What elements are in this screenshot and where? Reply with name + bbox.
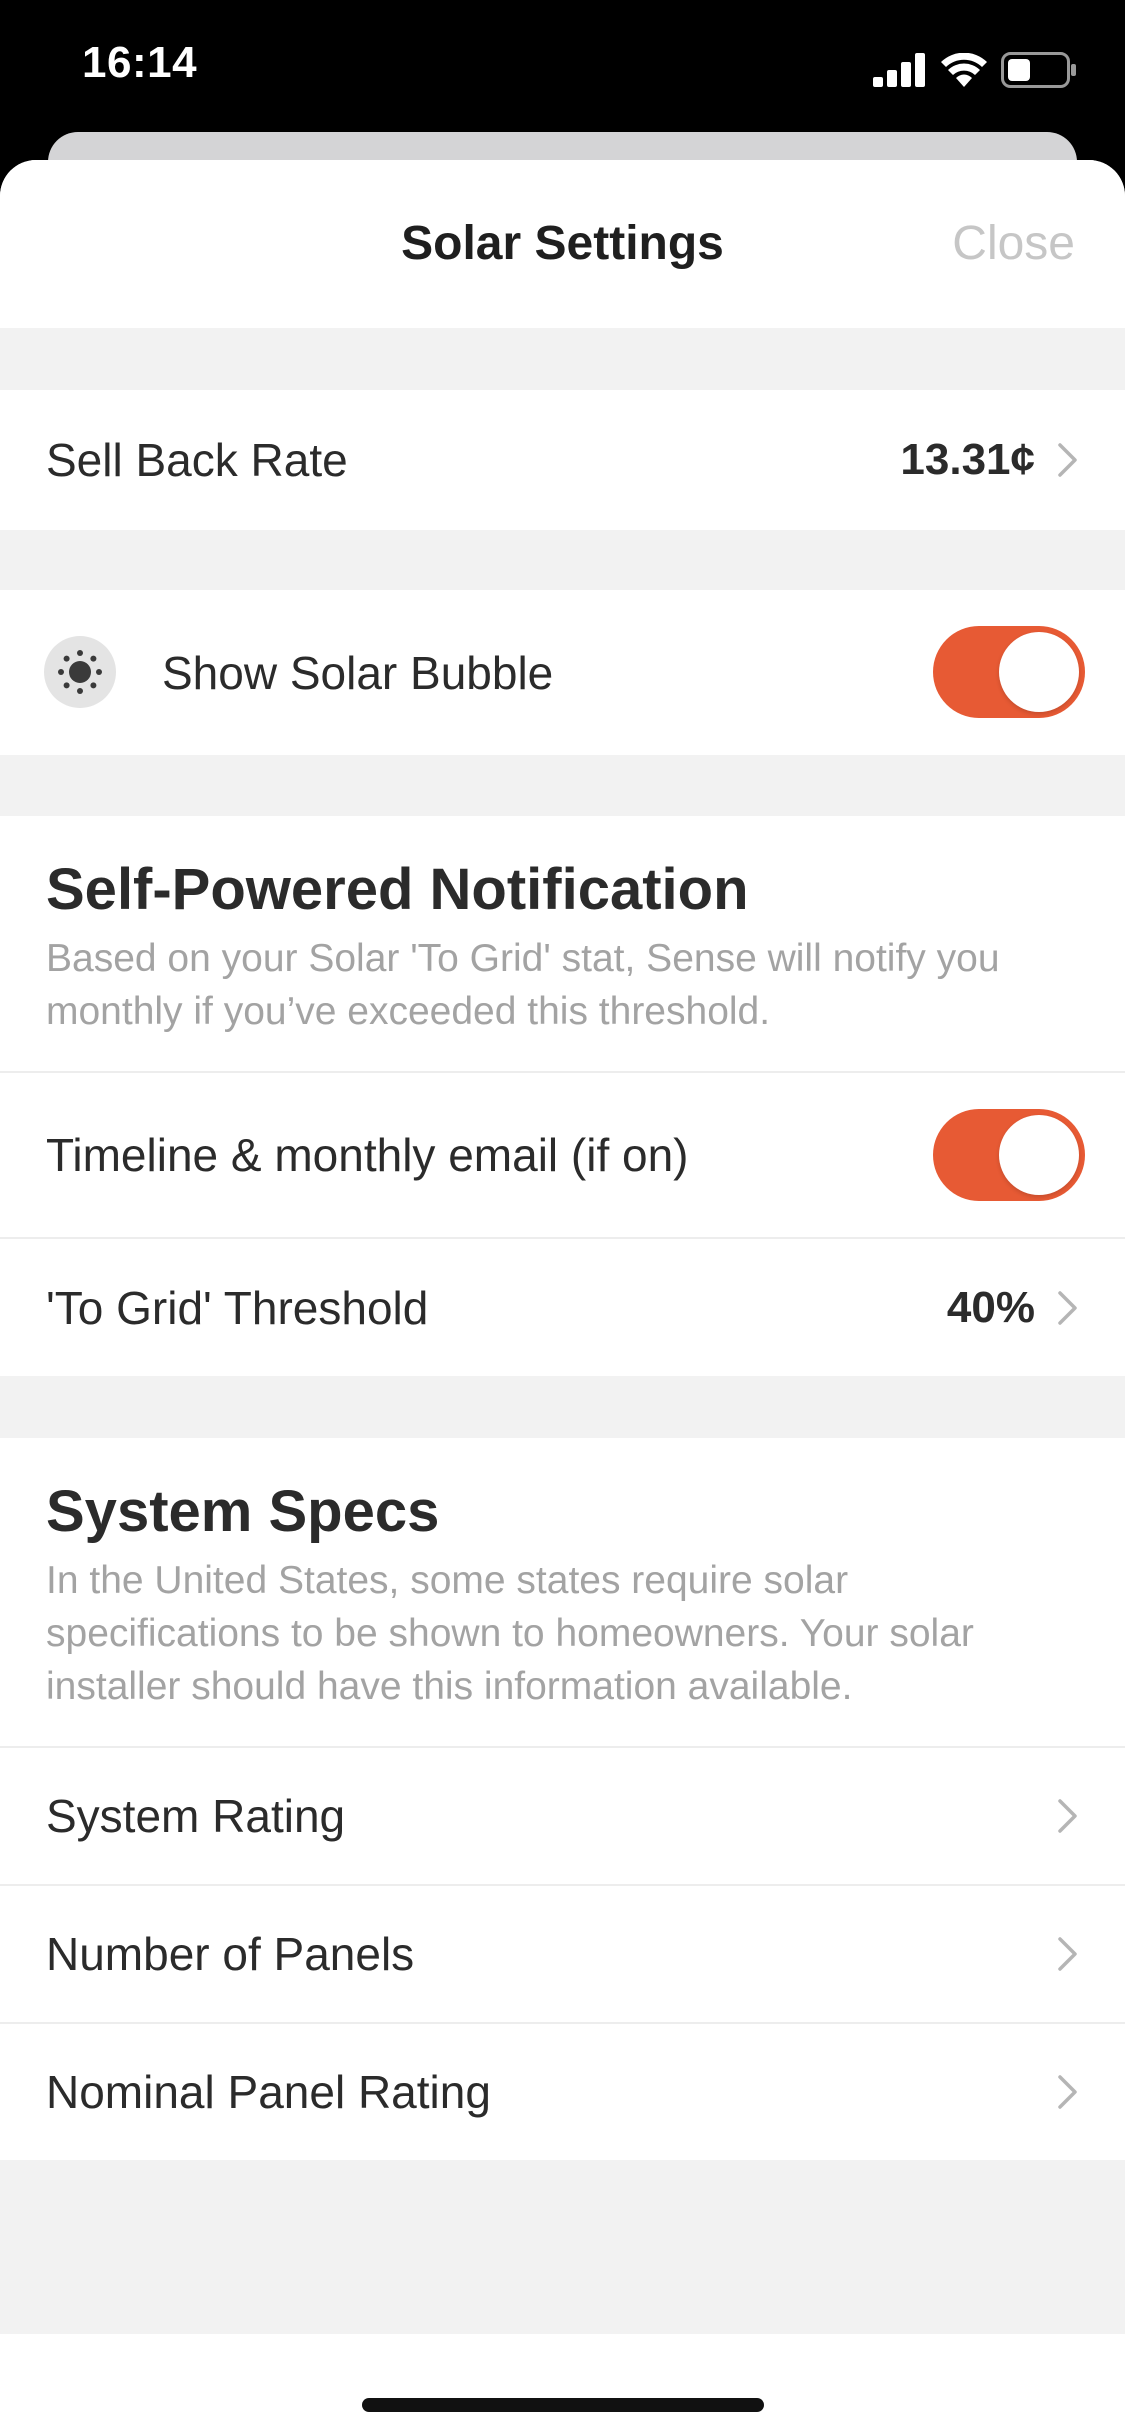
toggle-knob bbox=[999, 1115, 1079, 1195]
sell-back-rate-value: 13.31¢ bbox=[900, 435, 1035, 484]
chevron-right-icon bbox=[1058, 443, 1077, 477]
number-of-panels-label: Number of Panels bbox=[46, 1928, 415, 1980]
sell-back-rate-label: Sell Back Rate bbox=[46, 434, 348, 486]
timeline-email-label: Timeline & monthly email (if on) bbox=[46, 1129, 689, 1181]
to-grid-threshold-label: 'To Grid' Threshold bbox=[46, 1281, 429, 1334]
number-of-panels-row[interactable]: Number of Panels bbox=[0, 1886, 1125, 2022]
toggle-knob bbox=[999, 632, 1079, 712]
sell-back-section: Sell Back Rate 13.31¢ bbox=[0, 390, 1125, 530]
to-grid-threshold-value: 40% bbox=[946, 1282, 1035, 1332]
solar-bubble-section: Show Solar Bubble bbox=[0, 590, 1125, 755]
solar-bubble-toggle[interactable] bbox=[933, 626, 1085, 718]
chevron-right-icon bbox=[1058, 1937, 1077, 1971]
wifi-icon bbox=[941, 53, 987, 87]
system-specs-section: System Specs In the United States, some … bbox=[0, 1438, 1125, 2160]
settings-sheet: Solar Settings Close Sell Back Rate 13.3… bbox=[0, 160, 1125, 2436]
system-rating-label: System Rating bbox=[46, 1790, 346, 1842]
to-grid-threshold-row[interactable]: 'To Grid' Threshold 40% bbox=[0, 1239, 1125, 1376]
system-rating-row[interactable]: System Rating bbox=[0, 1748, 1125, 1884]
close-button[interactable]: Close bbox=[952, 216, 1075, 271]
nominal-panel-rating-row[interactable]: Nominal Panel Rating bbox=[0, 2024, 1125, 2160]
battery-icon bbox=[1001, 52, 1076, 88]
chevron-right-icon bbox=[1058, 1290, 1077, 1325]
nominal-panel-rating-label: Nominal Panel Rating bbox=[46, 2066, 491, 2118]
chevron-right-icon bbox=[1058, 1799, 1077, 1833]
self-powered-title: Self-Powered Notification bbox=[46, 857, 749, 922]
self-powered-description: Based on your Solar 'To Grid' stat, Sens… bbox=[46, 937, 1000, 1033]
status-bar: 16:14 bbox=[0, 0, 1125, 135]
sell-back-rate-row[interactable]: Sell Back Rate 13.31¢ bbox=[0, 390, 1125, 530]
system-specs-title: System Specs bbox=[46, 1479, 440, 1544]
system-specs-description: In the United States, some states requir… bbox=[46, 1559, 974, 1708]
bottom-safe-area bbox=[0, 2334, 1125, 2436]
home-indicator[interactable] bbox=[362, 2398, 764, 2412]
status-time: 16:14 bbox=[82, 38, 198, 87]
screen: 16:14 Solar Settings Close Sell Back Rat… bbox=[0, 0, 1125, 2436]
self-powered-section: Self-Powered Notification Based on your … bbox=[0, 816, 1125, 1376]
nav-bar: Solar Settings Close bbox=[0, 160, 1125, 328]
timeline-email-toggle[interactable] bbox=[933, 1109, 1085, 1201]
status-icons bbox=[873, 48, 1077, 92]
cellular-signal-icon bbox=[873, 53, 925, 87]
chevron-right-icon bbox=[1058, 2075, 1077, 2109]
